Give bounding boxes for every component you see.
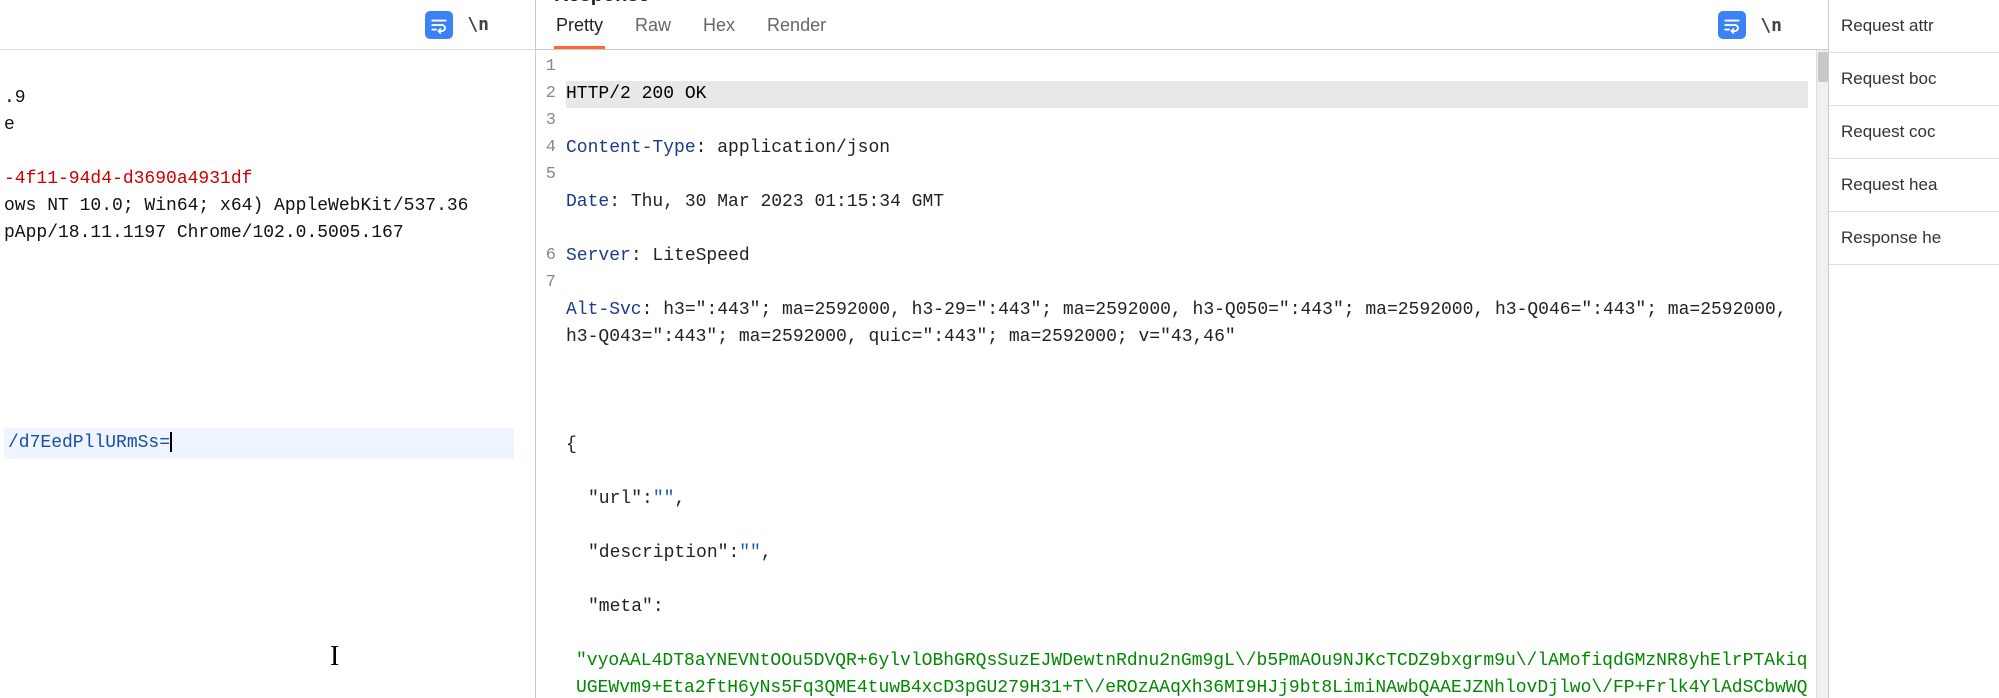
- request-input-line[interactable]: /d7EedPllURmSs=: [4, 428, 514, 459]
- text-cursor-icon: I: [330, 636, 339, 678]
- request-toolbar: \n: [0, 0, 535, 50]
- scroll-thumb[interactable]: [1818, 52, 1828, 82]
- status-line: HTTP/2 200 OK: [566, 81, 1808, 108]
- request-uuid: -4f11-94d4-d3690a4931df: [4, 169, 252, 189]
- blank-line: [566, 378, 1808, 405]
- sidebar-item-request-cookies[interactable]: Request coc: [1829, 106, 1999, 159]
- user-agent-line: pApp/18.11.1197 Chrome/102.0.5005.167: [4, 223, 404, 243]
- response-panel: Response Pretty Raw Hex Render: [536, 0, 1829, 698]
- json-kv: "meta":: [566, 594, 1808, 621]
- request-code-area[interactable]: .9 e -4f11-94d4-d3690a4931df ows NT 10.0…: [0, 50, 535, 698]
- line-gutter: 1234567: [536, 50, 560, 698]
- tab-pretty[interactable]: Pretty: [554, 7, 605, 49]
- wrap-lines-icon[interactable]: [425, 11, 453, 39]
- json-kv: "description":"",: [566, 540, 1808, 567]
- show-newlines-icon[interactable]: \n: [1760, 15, 1782, 36]
- sidebar-item-request-headers[interactable]: Request hea: [1829, 159, 1999, 212]
- sidebar-item-response-headers[interactable]: Response he: [1829, 212, 1999, 265]
- menu-icon[interactable]: [1796, 17, 1816, 34]
- request-panel: \n .9 e -4f11-94d4-d3690a4931df ows NT 1…: [0, 0, 536, 698]
- tab-hex[interactable]: Hex: [701, 7, 737, 49]
- header-line: Date: Thu, 30 Mar 2023 01:15:34 GMT: [566, 189, 1808, 216]
- inspector-sidebar: Request attr Request boc Request coc Req…: [1829, 0, 1999, 698]
- response-title: Response: [548, 0, 828, 7]
- tab-render[interactable]: Render: [765, 7, 828, 49]
- sidebar-item-request-attributes[interactable]: Request attr: [1829, 0, 1999, 53]
- tab-raw[interactable]: Raw: [633, 7, 673, 49]
- request-line: e: [4, 115, 15, 135]
- json-kv: "url":"",: [566, 486, 1808, 513]
- response-code-area[interactable]: HTTP/2 200 OK Content-Type: application/…: [560, 50, 1816, 698]
- json-open-brace: {: [566, 432, 1808, 459]
- response-toolbar: \n: [1718, 11, 1816, 49]
- response-tabs: Pretty Raw Hex Render: [548, 7, 828, 49]
- vertical-scrollbar[interactable]: [1816, 50, 1828, 698]
- header-line: Content-Type: application/json: [566, 135, 1808, 162]
- menu-icon[interactable]: [503, 16, 523, 33]
- request-line: .9: [4, 88, 26, 108]
- header-line: Alt-Svc: h3=":443"; ma=2592000, h3-29=":…: [566, 297, 1808, 351]
- show-newlines-icon[interactable]: \n: [467, 14, 489, 35]
- user-agent-line: ows NT 10.0; Win64; x64) AppleWebKit/537…: [4, 196, 468, 216]
- wrap-lines-icon[interactable]: [1718, 11, 1746, 39]
- sidebar-item-request-body[interactable]: Request boc: [1829, 53, 1999, 106]
- json-meta-value: "vyoAAL4DT8aYNEVNtOOu5DVQR+6ylvlOBhGRQsS…: [566, 648, 1808, 698]
- header-line: Server: LiteSpeed: [566, 243, 1808, 270]
